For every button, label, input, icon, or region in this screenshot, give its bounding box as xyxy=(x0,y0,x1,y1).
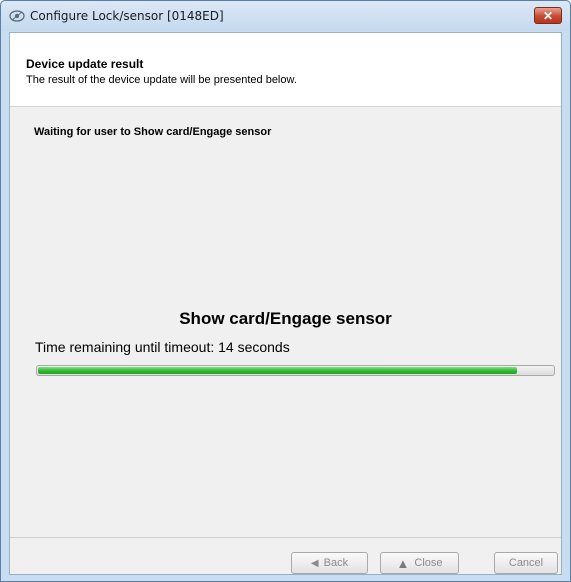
prompt-text: Show card/Engage sensor xyxy=(179,309,392,328)
window-title: Configure Lock/sensor [0148ED] xyxy=(30,9,224,23)
cancel-button-label: Cancel xyxy=(508,557,544,569)
footer-separator xyxy=(10,537,561,538)
back-button[interactable]: ◀ Back xyxy=(291,552,368,574)
title-bar[interactable]: Configure Lock/sensor [0148ED] ✕ xyxy=(1,1,570,31)
header-subtitle: The result of the device update will be … xyxy=(26,74,297,86)
status-text: Waiting for user to Show card/Engage sen… xyxy=(34,126,272,138)
close-button-label: Close xyxy=(414,557,443,569)
warning-triangle-icon: ▲ xyxy=(396,555,410,571)
window-close-button[interactable]: ✕ xyxy=(534,7,562,24)
lock-sensor-icon xyxy=(9,10,25,22)
back-button-label: Back xyxy=(323,557,349,569)
time-remaining-text: Time remaining until timeout: 14 seconds xyxy=(35,339,290,355)
cancel-button[interactable]: Cancel xyxy=(494,552,558,574)
header-title: Device update result xyxy=(26,57,144,71)
close-icon: ✕ xyxy=(542,8,554,23)
timeout-progress-fill xyxy=(38,367,517,374)
close-button[interactable]: ▲ Close xyxy=(380,552,459,574)
timeout-progress-bar xyxy=(36,365,555,376)
header-panel: Device update result The result of the d… xyxy=(10,33,561,107)
configure-dialog-window: Configure Lock/sensor [0148ED] ✕ Device … xyxy=(0,0,571,582)
dialog-content: Device update result The result of the d… xyxy=(9,32,562,575)
back-arrow-icon: ◀ xyxy=(310,557,319,569)
